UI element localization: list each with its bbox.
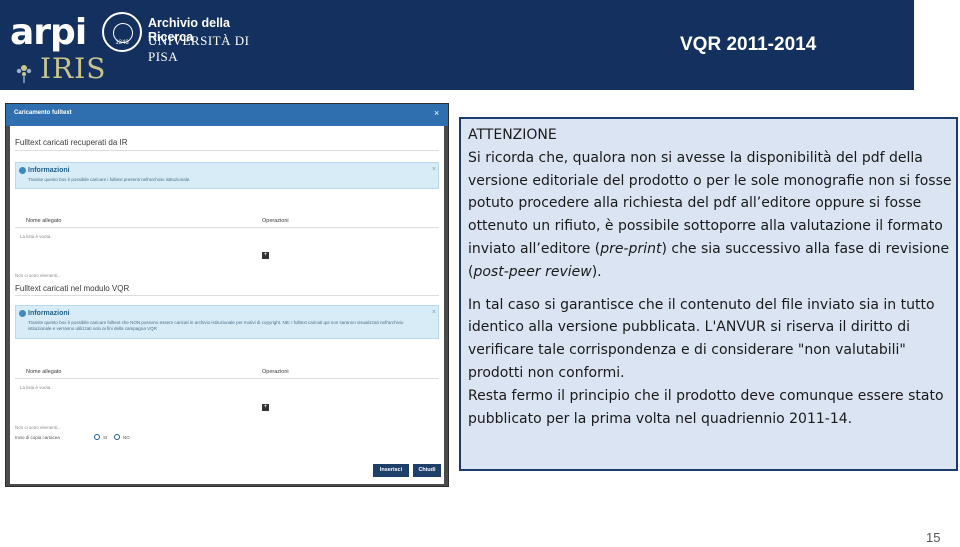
page-title: VQR 2011-2014 — [680, 34, 817, 55]
col-name-2: Nome allegato — [26, 369, 62, 375]
radio-no-label: NO — [123, 435, 130, 440]
iris-logo: IRIS — [40, 52, 107, 85]
radio-no[interactable] — [114, 434, 120, 440]
close-button[interactable]: Chiudi — [413, 464, 441, 477]
info-box-2: Informazioni Tramite questo box è possib… — [15, 305, 439, 339]
col-ops-2: Operazioni — [262, 369, 289, 375]
notice-paragraph-3: Resta fermo il principio che il prodotto… — [468, 387, 944, 427]
section2-title: Fulltext caricati nel modulo VQR — [15, 284, 130, 293]
seal-year: 1343 — [115, 40, 129, 46]
section1-title: Fulltext caricati recuperati da IR — [15, 138, 128, 147]
universita-label: UNIVERSITÀ DI PISA — [148, 33, 250, 64]
info-icon — [19, 167, 26, 174]
iris-flower-icon — [16, 65, 32, 83]
page-number: 15 — [926, 530, 941, 545]
radio-yes[interactable] — [94, 434, 100, 440]
no-elements-2: Non ci sono elementi... — [15, 425, 61, 430]
modal-title: Caricamento fulltext — [14, 110, 72, 116]
divider — [15, 378, 439, 379]
info-icon — [19, 310, 26, 317]
info1-close-icon[interactable]: × — [432, 166, 436, 173]
info1-title: Informazioni — [28, 167, 70, 174]
insert-button[interactable]: Inserisci — [373, 464, 409, 477]
empty-list-2: La lista è vuota. — [20, 385, 52, 390]
university-seal-icon: 1343 — [102, 12, 142, 52]
header-bar: arpi 1343 Archivio della Ricerca UNIVERS… — [0, 0, 914, 90]
modal-body: Fulltext caricati recuperati da IR Infor… — [10, 126, 444, 484]
divider — [15, 295, 439, 296]
info2-close-icon[interactable]: × — [432, 309, 436, 316]
add-file-button-2[interactable]: + — [262, 404, 269, 411]
add-file-button-1[interactable]: + — [262, 252, 269, 259]
paper-copy-label: Invio di copia cartacea — [15, 435, 60, 440]
notice-paragraph-1: Si ricorda che, qualora non si avesse la… — [468, 149, 952, 280]
info2-text: Tramite questo box è possibile caricare … — [28, 320, 404, 331]
info1-text: Tramite questo box è possibile caricare … — [28, 177, 191, 182]
radio-yes-label: SI — [103, 435, 108, 440]
empty-list-1: La lista è vuota. — [20, 234, 52, 239]
col-ops: Operazioni — [262, 218, 289, 224]
info-box-1: Informazioni Tramite questo box è possib… — [15, 162, 439, 189]
col-name: Nome allegato — [26, 218, 62, 224]
modal-header: Caricamento fulltext × — [6, 104, 448, 126]
logo-block: arpi 1343 Archivio della Ricerca UNIVERS… — [10, 8, 270, 85]
arpi-logo: arpi — [10, 12, 87, 53]
notice-paragraph-2: In tal caso si garantisce che il contenu… — [468, 296, 935, 381]
divider — [15, 227, 439, 228]
notice-heading: ATTENZIONE — [468, 127, 557, 143]
info2-title: Informazioni — [28, 310, 70, 317]
divider — [15, 150, 439, 151]
notice-box: ATTENZIONE Si ricorda che, qualora non s… — [459, 117, 958, 471]
no-elements-1: Non ci sono elementi... — [15, 273, 61, 278]
modal-close-icon[interactable]: × — [434, 108, 439, 118]
upload-modal-screenshot: Caricamento fulltext × Fulltext caricati… — [5, 103, 449, 487]
